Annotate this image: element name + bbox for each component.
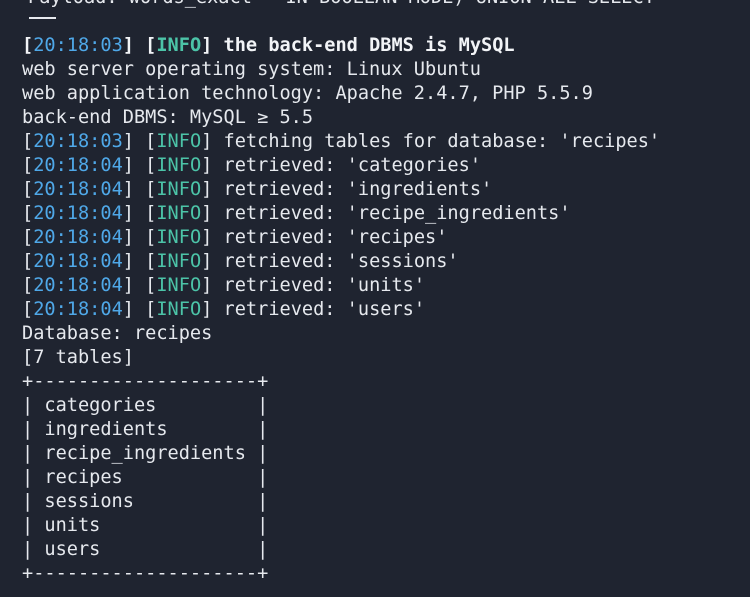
bracket: [ bbox=[22, 155, 34, 176]
table-border-bottom: +--------------------+ bbox=[22, 563, 269, 584]
log-level-tag: INFO bbox=[156, 251, 202, 272]
log-message: retrieved: 'categories' bbox=[212, 155, 482, 176]
log-message: retrieved: 'recipe_ingredients' bbox=[212, 203, 571, 224]
log-level-tag: INFO bbox=[156, 35, 202, 56]
bracket: ] [ bbox=[122, 299, 157, 320]
log-level-tag: INFO bbox=[156, 131, 202, 152]
bracket: [ bbox=[22, 131, 34, 152]
table-row: | units | bbox=[22, 515, 269, 536]
log-level-tag: INFO bbox=[156, 227, 202, 248]
terminal-output: [20:18:03] [INFO] the back-end DBMS is M… bbox=[22, 34, 750, 586]
log-timestamp: 20:18:03 bbox=[33, 131, 123, 152]
log-line: [20:18:04] [INFO] retrieved: 'categories… bbox=[22, 154, 750, 178]
table-row: | ingredients | bbox=[22, 419, 269, 440]
log-line: [20:18:04] [INFO] retrieved: 'units' bbox=[22, 274, 750, 298]
bracket: ] bbox=[201, 227, 213, 248]
log-timestamp: 20:18:03 bbox=[33, 35, 123, 56]
bracket: [ bbox=[22, 179, 34, 200]
bracket: [ bbox=[22, 227, 34, 248]
bracket: ] bbox=[201, 131, 213, 152]
log-level-tag: INFO bbox=[156, 299, 202, 320]
log-timestamp: 20:18:04 bbox=[33, 299, 123, 320]
log-timestamp: 20:18:04 bbox=[33, 275, 123, 296]
bracket: ] bbox=[201, 275, 213, 296]
log-level-tag: INFO bbox=[156, 275, 202, 296]
log-message: retrieved: 'users' bbox=[212, 299, 426, 320]
bracket: ] [ bbox=[122, 275, 157, 296]
output-line: web application technology: Apache 2.4.7… bbox=[22, 83, 593, 104]
table-row: | sessions | bbox=[22, 491, 269, 512]
bracket: [ bbox=[22, 251, 34, 272]
cursor-mark bbox=[29, 17, 56, 19]
bracket: [ bbox=[22, 299, 34, 320]
log-level-tag: INFO bbox=[156, 203, 202, 224]
bracket: ] [ bbox=[122, 35, 157, 56]
bracket: [ bbox=[22, 203, 34, 224]
output-line: [7 tables] bbox=[22, 347, 134, 368]
log-line: [20:18:04] [INFO] retrieved: 'sessions' bbox=[22, 250, 750, 274]
log-message: retrieved: 'recipes' bbox=[212, 227, 448, 248]
bracket: ] bbox=[201, 35, 213, 56]
table-row: | users | bbox=[22, 539, 269, 560]
log-line: [20:18:04] [INFO] retrieved: 'ingredient… bbox=[22, 178, 750, 202]
payload-line-fragment: Payload: words_exact=' IN BOOLEAN MODE) … bbox=[28, 0, 655, 10]
bracket: ] bbox=[201, 179, 213, 200]
table-row: | categories | bbox=[22, 395, 269, 416]
log-message: retrieved: 'ingredients' bbox=[212, 179, 493, 200]
output-line: back-end DBMS: MySQL ≥ 5.5 bbox=[22, 107, 314, 128]
output-line: web server operating system: Linux Ubunt… bbox=[22, 59, 481, 80]
bracket: ] [ bbox=[122, 179, 157, 200]
table-row: | recipe_ingredients | bbox=[22, 443, 269, 464]
log-timestamp: 20:18:04 bbox=[33, 227, 123, 248]
terminal-window[interactable]: Payload: words_exact=' IN BOOLEAN MODE) … bbox=[0, 0, 750, 597]
bracket: [ bbox=[22, 275, 34, 296]
bracket: ] [ bbox=[122, 155, 157, 176]
bracket: ] bbox=[201, 155, 213, 176]
table-row: | recipes | bbox=[22, 467, 269, 488]
log-line: [20:18:04] [INFO] retrieved: 'recipe_ing… bbox=[22, 202, 750, 226]
log-line: [20:18:03] [INFO] fetching tables for da… bbox=[22, 130, 750, 154]
log-line: [20:18:04] [INFO] retrieved: 'users' bbox=[22, 298, 750, 322]
log-timestamp: 20:18:04 bbox=[33, 203, 123, 224]
log-timestamp: 20:18:04 bbox=[33, 155, 123, 176]
log-line: [20:18:04] [INFO] retrieved: 'recipes' bbox=[22, 226, 750, 250]
log-message: retrieved: 'sessions' bbox=[212, 251, 459, 272]
log-message: retrieved: 'units' bbox=[212, 275, 426, 296]
log-timestamp: 20:18:04 bbox=[33, 251, 123, 272]
bracket: ] bbox=[201, 251, 213, 272]
log-timestamp: 20:18:04 bbox=[33, 179, 123, 200]
bracket: ] [ bbox=[122, 251, 157, 272]
log-level-tag: INFO bbox=[156, 179, 202, 200]
table-border-top: +--------------------+ bbox=[22, 371, 269, 392]
log-message: fetching tables for database: 'recipes' bbox=[212, 131, 661, 152]
bracket: ] [ bbox=[122, 203, 157, 224]
log-line: [20:18:03] [INFO] the back-end DBMS is M… bbox=[22, 34, 750, 58]
bracket: ] [ bbox=[122, 227, 157, 248]
log-level-tag: INFO bbox=[156, 155, 202, 176]
log-message: the back-end DBMS is MySQL bbox=[212, 35, 515, 56]
bracket: ] bbox=[201, 203, 213, 224]
bracket: [ bbox=[22, 35, 34, 56]
output-line: Database: recipes bbox=[22, 323, 213, 344]
bracket: ] bbox=[201, 299, 213, 320]
bracket: ] [ bbox=[122, 131, 157, 152]
